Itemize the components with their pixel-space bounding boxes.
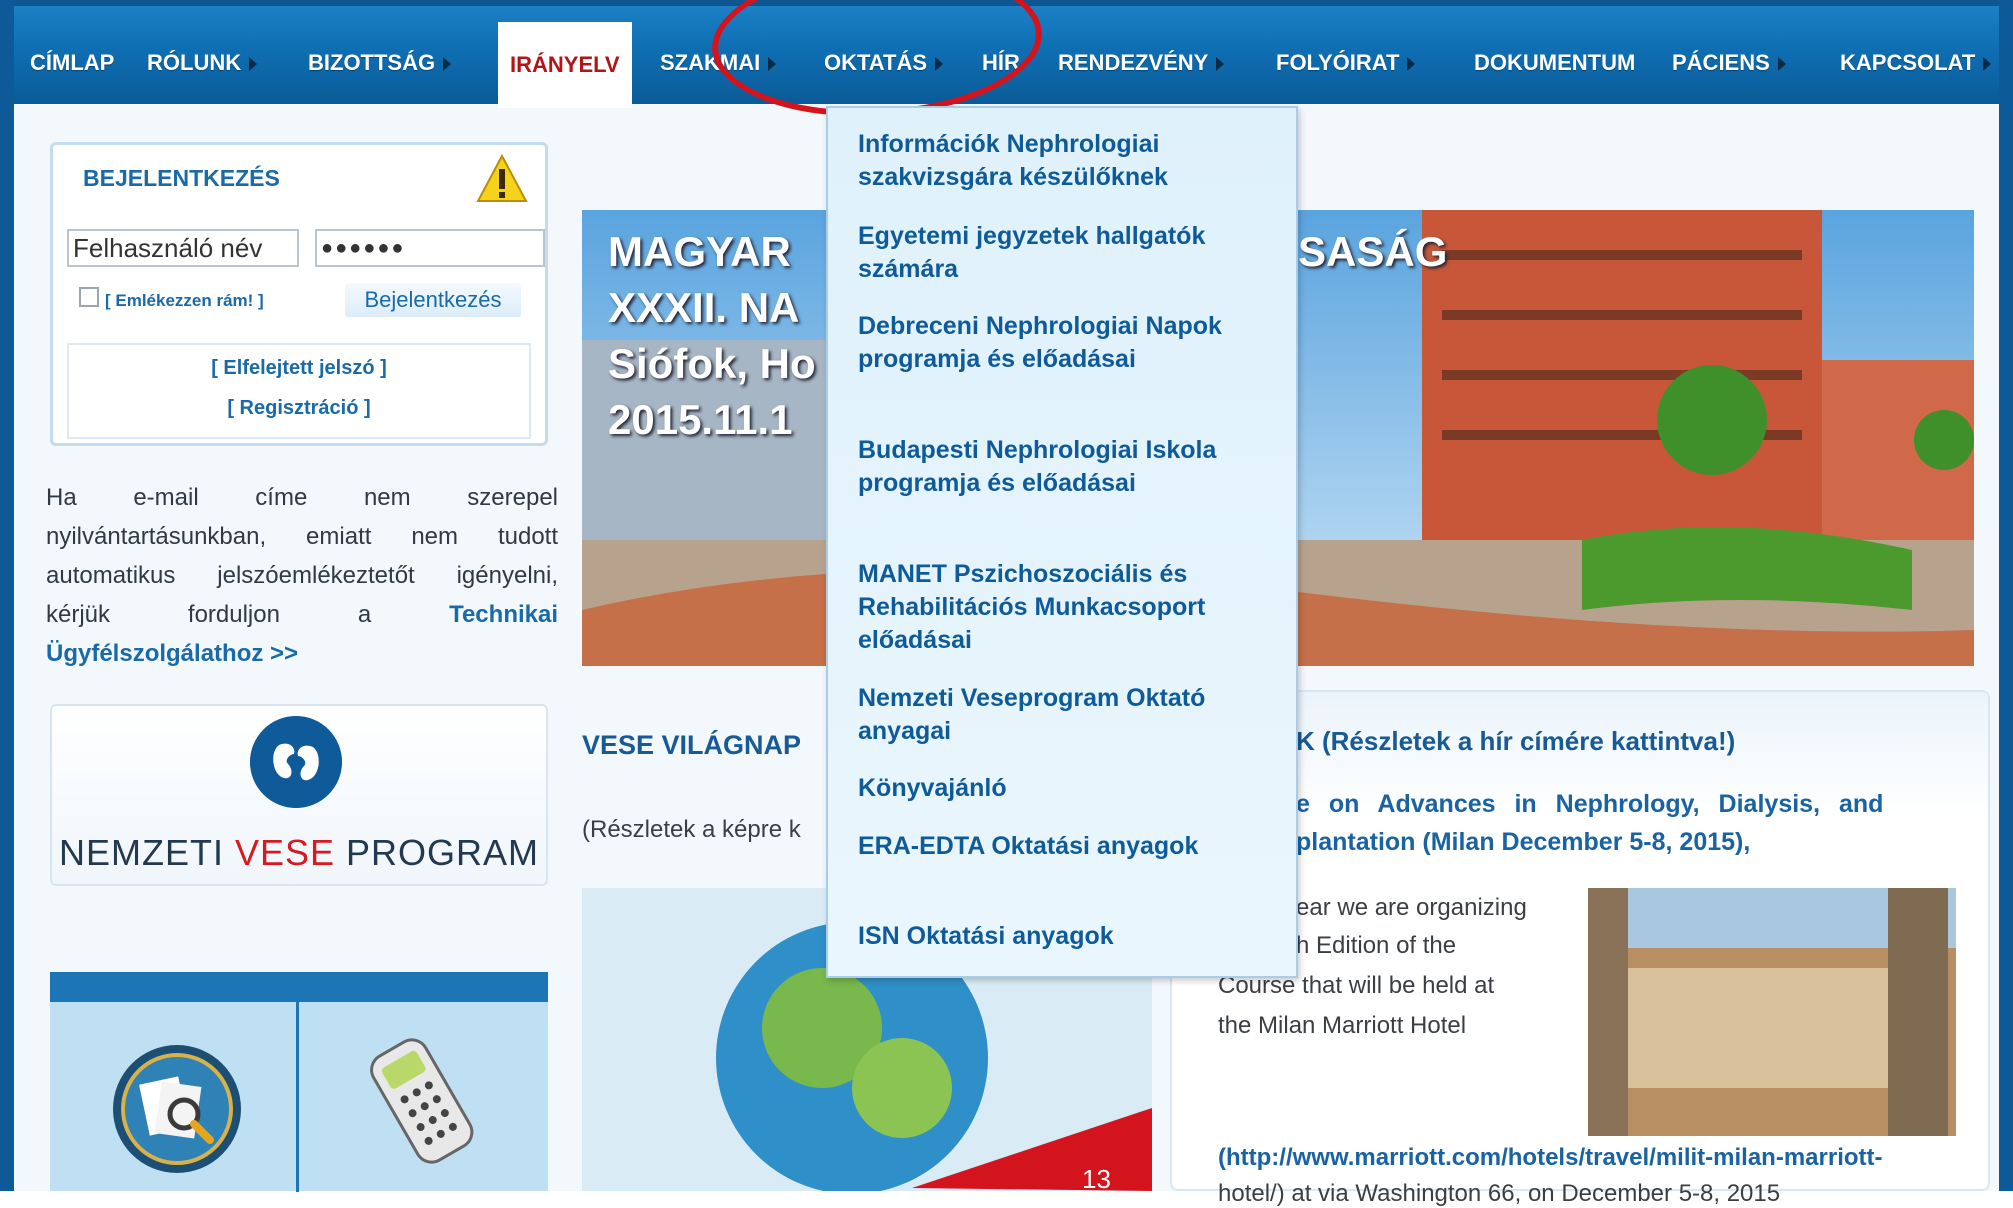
menu-arrow-icon [935,57,944,72]
dropdown-item-era-edta[interactable]: ERA-EDTA Oktatási anyagok [858,830,1278,863]
login-button[interactable]: Bejelentkezés [345,283,521,317]
world-kidney-day-sub: (Részletek a képre k [582,816,801,843]
dropdown-item-debrecen[interactable]: Debreceni Nephrologiai Napok programja é… [858,310,1278,376]
menu-arrow-icon [1407,57,1416,72]
login-box: BEJELENTKEZÉS Felhasználó név ●●●●●● [ E… [50,142,548,446]
search-documents-icon[interactable] [110,1042,244,1176]
login-title: BEJELENTKEZÉS [83,165,280,191]
dropdown-item-szakvizsga[interactable]: Információk Nephrologiai szakvizsgára ké… [858,128,1278,194]
nav-oktatas[interactable]: OKTATÁS [824,50,944,80]
account-links: [ Elfelejtett jelszó ] [ Regisztráció ] [67,343,531,439]
news-headline-2[interactable]: plantation (Milan December 5-8, 2015), [1296,828,1750,857]
news-paragraph-1: ear we are organizing [1296,894,1527,921]
news-paragraph-4: the Milan Marriott Hotel [1218,1012,1467,1039]
nav-hir[interactable]: HÍR [982,50,1020,80]
help-text: Ha e-mail címe nem szerepel nyilvántartá… [46,478,558,673]
tools-panel [50,972,548,1192]
dropdown-item-jegyzetek[interactable]: Egyetemi jegyzetek hallgatók számára [858,220,1278,286]
nav-dokumentum[interactable]: DOKUMENTUM [1474,50,1635,80]
password-field[interactable]: ●●●●●● [315,229,545,267]
calculator-icon[interactable] [350,1032,490,1172]
news-paragraph-5: hotel/) at via Washington 66, on Decembe… [1218,1180,1781,1207]
menu-arrow-icon [1777,57,1786,72]
marriott-link[interactable]: (http://www.marriott.com/hotels/travel/m… [1218,1144,1883,1172]
milan-photo[interactable] [1588,888,1956,1136]
main-navigation: CÍMLAP RÓLUNK BIZOTTSÁG IRÁNYELV SZAKMAI… [14,0,1999,108]
nav-paciens[interactable]: PÁCIENS [1672,50,1786,80]
banner-line-3: Siófok, Ho [608,340,816,387]
dropdown-item-konyvajanlo[interactable]: Könyvajánló [858,772,1278,805]
banner-line-4: 2015.11.1 [608,396,793,443]
dropdown-item-budapest[interactable]: Budapesti Nephrologiai Iskola programja … [858,434,1278,500]
news-title[interactable]: K (Részletek a hír címére kattintva!) [1296,726,1735,757]
menu-arrow-icon [1216,57,1225,72]
banner-line-2: XXXII. NA [608,284,800,331]
news-paragraph-2: h Edition of the [1296,932,1457,959]
dropdown-item-isn[interactable]: ISN Oktatási anyagok [858,920,1278,953]
forgot-password-link[interactable]: [ Elfelejtett jelszó ] [69,357,529,380]
menu-arrow-icon [1983,57,1992,72]
nav-iranyelv[interactable]: IRÁNYELV [498,22,632,108]
username-field[interactable]: Felhasználó név [67,229,299,267]
divider [296,1002,299,1192]
nav-bizottsag[interactable]: BIZOTTSÁG [308,50,452,80]
dropdown-item-nemzeti[interactable]: Nemzeti Veseprogram Oktató anyagai [858,682,1278,748]
remember-label[interactable]: [ Emlékezzen rám! ] [105,291,264,311]
nav-folyoirat[interactable]: FOLYÓIRAT [1276,50,1416,80]
banner-line-1: MAGYAR [608,228,791,275]
milan-cathedral-image [1588,888,1956,1136]
nav-rendezveny[interactable]: RENDEZVÉNY [1058,50,1225,80]
news-headline-1[interactable]: e on Advances in Nephrology, Dialysis, a… [1296,790,1883,819]
world-kidney-day-title[interactable]: VESE VILÁGNAP [582,730,801,761]
oktatas-dropdown-menu: Információk Nephrologiai szakvizsgára ké… [826,106,1298,978]
kidney-logo-icon [250,716,342,808]
menu-arrow-icon [249,57,258,72]
warning-icon [476,153,528,202]
nav-kapcsolat[interactable]: KAPCSOLAT [1840,50,1992,80]
nav-cimlap[interactable]: CÍMLAP [30,50,114,80]
nav-szakmai[interactable]: SZAKMAI [660,50,777,80]
nav-rolunk[interactable]: RÓLUNK [147,50,258,80]
register-link[interactable]: [ Regisztráció ] [69,397,529,420]
menu-arrow-icon [443,57,452,72]
card-number: 13 [1082,1164,1111,1191]
nvp-title: NEMZETI VESE PROGRAM [58,832,540,873]
banner-line-1b: SASÁG [1298,228,1448,275]
menu-arrow-icon [768,57,777,72]
remember-checkbox[interactable] [79,287,99,307]
national-kidney-program-banner[interactable]: NEMZETI VESE PROGRAM [50,704,548,886]
dropdown-item-manet[interactable]: MANET Pszichoszociális és Rehabilitációs… [858,558,1278,657]
